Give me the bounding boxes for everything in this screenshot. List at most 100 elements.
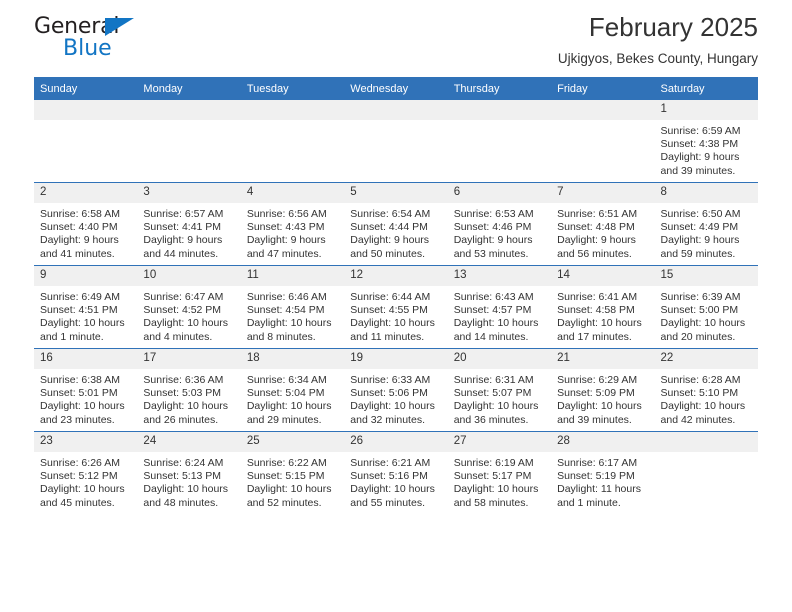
daylight-duration-line2: and 42 minutes. — [660, 413, 736, 426]
day-number: 25 — [240, 432, 345, 452]
sunrise-time: Sunrise: 6:24 AM — [143, 457, 224, 469]
sunset-time: Sunset: 5:15 PM — [246, 470, 325, 483]
sunrise-time: Sunrise: 6:28 AM — [660, 374, 741, 386]
daylight-duration-line1: Daylight: 9 hours — [660, 234, 740, 247]
calendar-day-cell[interactable]: 10 Sunrise: 6:47 AM Sunset: 4:52 PM Dayligh… — [137, 265, 241, 349]
day-number: 11 — [240, 266, 345, 286]
calendar-day-cell[interactable]: 17 Sunrise: 6:36 AM Sunset: 5:03 PM Dayligh… — [137, 348, 241, 432]
daylight-duration-line1: Daylight: 11 hours — [557, 483, 641, 496]
sunrise-time: Sunrise: 6:47 AM — [143, 291, 224, 303]
sunrise-time: Sunrise: 6:56 AM — [246, 208, 327, 220]
sunrise-time: Sunrise: 6:36 AM — [143, 374, 224, 386]
calendar-day-cell[interactable]: 28 Sunrise: 6:17 AM Sunset: 5:19 PM Dayligh… — [551, 431, 655, 514]
sunrise-time: Sunrise: 6:22 AM — [246, 457, 327, 469]
calendar-empty-cell — [34, 100, 138, 183]
sunset-time: Sunset: 4:40 PM — [40, 221, 118, 234]
daylight-duration-line2: and 39 minutes. — [557, 413, 632, 426]
calendar-day-cell[interactable]: 11 Sunrise: 6:46 AM Sunset: 4:54 PM Dayligh… — [240, 265, 345, 349]
daylight-duration-line1: Daylight: 10 hours — [246, 400, 332, 413]
sunrise-time: Sunrise: 6:39 AM — [660, 291, 741, 303]
daylight-duration-line1: Daylight: 10 hours — [660, 400, 746, 413]
calendar-day-cell[interactable]: 6 Sunrise: 6:53 AM Sunset: 4:46 PM Daylight… — [447, 182, 552, 266]
daylight-duration-line1: Daylight: 10 hours — [557, 317, 642, 330]
calendar-day-cell[interactable]: 16 Sunrise: 6:38 AM Sunset: 5:01 PM Dayligh… — [34, 348, 138, 432]
daylight-duration-line2: and 17 minutes. — [557, 330, 632, 343]
weekday-header-row: Sunday Monday Tuesday Wednesday Thursday… — [34, 77, 758, 100]
calendar-day-cell[interactable]: 5 Sunrise: 6:54 AM Sunset: 4:44 PM Daylight… — [344, 182, 448, 266]
calendar-day-cell[interactable]: 9 Sunrise: 6:49 AM Sunset: 4:51 PM Daylight… — [34, 265, 138, 349]
daylight-duration-line2: and 39 minutes. — [660, 164, 736, 177]
calendar-day-cell[interactable]: 4 Sunrise: 6:56 AM Sunset: 4:43 PM Daylight… — [240, 182, 345, 266]
calendar-empty-cell — [240, 100, 345, 183]
weekday-header-thursday: Thursday — [447, 77, 552, 100]
day-number — [344, 100, 448, 120]
weekday-header-wednesday: Wednesday — [344, 77, 448, 100]
sunrise-time: Sunrise: 6:29 AM — [557, 374, 638, 386]
sunset-time: Sunset: 4:52 PM — [143, 304, 222, 317]
day-number: 8 — [654, 183, 758, 203]
sunrise-time: Sunrise: 6:53 AM — [453, 208, 534, 220]
sunset-time: Sunset: 5:17 PM — [453, 470, 532, 483]
day-number: 21 — [551, 349, 655, 369]
day-number: 24 — [137, 432, 241, 452]
page-title: February 2025 — [588, 12, 758, 42]
day-sun-info: Sunrise: 6:24 AM Sunset: 5:13 PM Daylight:… — [137, 452, 240, 510]
calendar-day-cell[interactable]: 19 Sunrise: 6:33 AM Sunset: 5:06 PM Dayligh… — [344, 348, 448, 432]
daylight-duration-line1: Daylight: 10 hours — [143, 400, 229, 413]
sunset-time: Sunset: 5:01 PM — [40, 387, 118, 400]
calendar-day-cell[interactable]: 25 Sunrise: 6:22 AM Sunset: 5:15 PM Dayligh… — [240, 431, 345, 514]
calendar-empty-cell — [344, 100, 448, 183]
calendar-day-cell[interactable]: 15 Sunrise: 6:39 AM Sunset: 5:00 PM Dayligh… — [654, 265, 758, 349]
sunset-time: Sunset: 5:06 PM — [350, 387, 428, 400]
daylight-duration-line2: and 56 minutes. — [557, 247, 632, 260]
day-sun-info: Sunrise: 6:54 AM Sunset: 4:44 PM Daylight:… — [344, 203, 447, 261]
calendar-day-cell[interactable]: 2 Sunrise: 6:58 AM Sunset: 4:40 PM Daylight… — [34, 182, 138, 266]
calendar-day-cell[interactable]: 22 Sunrise: 6:28 AM Sunset: 5:10 PM Dayligh… — [654, 348, 758, 432]
sunrise-time: Sunrise: 6:44 AM — [350, 291, 431, 303]
sunset-time: Sunset: 4:55 PM — [350, 304, 428, 317]
sunrise-time: Sunrise: 6:46 AM — [246, 291, 327, 303]
daylight-duration-line1: Daylight: 10 hours — [40, 483, 125, 496]
daylight-duration-line2: and 8 minutes. — [246, 330, 316, 343]
sunset-time: Sunset: 4:51 PM — [40, 304, 118, 317]
daylight-duration-line1: Daylight: 9 hours — [453, 234, 533, 247]
calendar-day-cell[interactable]: 21 Sunrise: 6:29 AM Sunset: 5:09 PM Dayligh… — [551, 348, 655, 432]
sunrise-time: Sunrise: 6:59 AM — [660, 125, 741, 137]
day-sun-info: Sunrise: 6:53 AM Sunset: 4:46 PM Daylight:… — [448, 203, 551, 261]
daylight-duration-line1: Daylight: 10 hours — [40, 400, 125, 413]
calendar-day-cell[interactable]: 13 Sunrise: 6:43 AM Sunset: 4:57 PM Dayligh… — [447, 265, 552, 349]
calendar-day-cell[interactable]: 7 Sunrise: 6:51 AM Sunset: 4:48 PM Daylight… — [551, 182, 655, 266]
sunrise-time: Sunrise: 6:54 AM — [350, 208, 431, 220]
daylight-duration-line2: and 11 minutes. — [350, 330, 425, 343]
daylight-duration-line2: and 45 minutes. — [40, 496, 115, 509]
calendar-day-cell[interactable]: 26 Sunrise: 6:21 AM Sunset: 5:16 PM Dayligh… — [344, 431, 448, 514]
calendar-day-cell[interactable]: 23 Sunrise: 6:26 AM Sunset: 5:12 PM Dayligh… — [34, 431, 138, 514]
day-number: 13 — [447, 266, 552, 286]
day-sun-info: Sunrise: 6:31 AM Sunset: 5:07 PM Daylight:… — [448, 369, 551, 427]
calendar-day-cell[interactable]: 20 Sunrise: 6:31 AM Sunset: 5:07 PM Dayligh… — [447, 348, 552, 432]
calendar-day-cell[interactable]: 14 Sunrise: 6:41 AM Sunset: 4:58 PM Dayligh… — [551, 265, 655, 349]
sunrise-time: Sunrise: 6:31 AM — [453, 374, 534, 386]
day-number: 16 — [34, 349, 138, 369]
sunset-time: Sunset: 5:00 PM — [660, 304, 739, 317]
day-sun-info: Sunrise: 6:49 AM Sunset: 4:51 PM Daylight:… — [34, 286, 137, 344]
sunset-time: Sunset: 5:12 PM — [40, 470, 118, 483]
calendar-day-cell[interactable]: 1 Sunrise: 6:59 AM Sunset: 4:38 PM Daylight… — [654, 100, 758, 183]
sunset-time: Sunset: 4:48 PM — [557, 221, 635, 234]
calendar-day-cell[interactable]: 3 Sunrise: 6:57 AM Sunset: 4:41 PM Daylight… — [137, 182, 241, 266]
calendar-day-cell[interactable]: 12 Sunrise: 6:44 AM Sunset: 4:55 PM Dayligh… — [344, 265, 448, 349]
day-sun-info: Sunrise: 6:50 AM Sunset: 4:49 PM Daylight:… — [655, 203, 758, 261]
calendar-day-cell[interactable]: 18 Sunrise: 6:34 AM Sunset: 5:04 PM Dayligh… — [240, 348, 345, 432]
day-number — [34, 100, 138, 120]
daylight-duration-line1: Daylight: 9 hours — [246, 234, 326, 247]
weekday-header-sunday: Sunday — [34, 77, 138, 100]
calendar-day-cell[interactable]: 8 Sunrise: 6:50 AM Sunset: 4:49 PM Daylight… — [654, 182, 758, 266]
sunset-time: Sunset: 4:41 PM — [143, 221, 222, 234]
calendar-day-cell[interactable]: 27 Sunrise: 6:19 AM Sunset: 5:17 PM Dayligh… — [447, 431, 552, 514]
calendar-day-cell[interactable]: 24 Sunrise: 6:24 AM Sunset: 5:13 PM Dayligh… — [137, 431, 241, 514]
sunset-time: Sunset: 4:58 PM — [557, 304, 635, 317]
logo-triangle-icon — [105, 18, 134, 36]
day-number: 3 — [137, 183, 241, 203]
page-subtitle: Ujkigyos, Bekes County, Hungary — [557, 51, 758, 66]
day-number — [551, 100, 655, 120]
